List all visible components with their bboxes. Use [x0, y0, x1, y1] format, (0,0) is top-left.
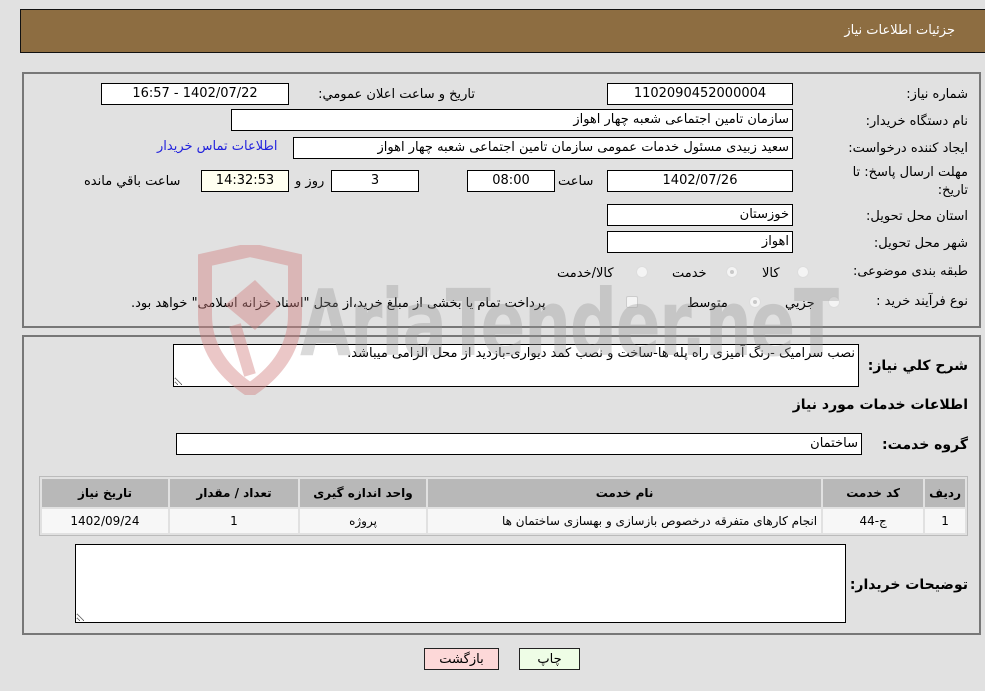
- category-radio-goods-service[interactable]: [636, 266, 648, 278]
- remaining-time-field: 14:32:53: [201, 170, 289, 192]
- deadline-time-field: 08:00: [467, 170, 555, 192]
- services-section-title: اطلاعات خدمات مورد نياز: [792, 397, 968, 413]
- category-option-goods-service: کالا/خدمت: [557, 266, 614, 281]
- creator-field: سعید زبیدی مسئول خدمات عمومی سازمان تامی…: [293, 137, 793, 159]
- table-row: 1 ج-44 انجام کارهای متفرقه درخصوص بازساز…: [42, 509, 965, 533]
- buyer-contact-link[interactable]: اطلاعات تماس خریدار: [157, 139, 277, 154]
- purchase-type-option-medium: متوسط: [687, 296, 728, 311]
- service-group-label: گروه خدمت:: [882, 437, 968, 453]
- category-radio-service[interactable]: [726, 266, 738, 278]
- cell-service-name: انجام کارهای متفرقه درخصوص بازسازی و بهس…: [428, 509, 822, 533]
- description-textarea[interactable]: [173, 344, 859, 387]
- buyer-notes-label: توضیحات خریدار:: [849, 577, 968, 593]
- category-radio-goods[interactable]: [797, 266, 809, 278]
- province-field: خوزستان: [607, 204, 793, 226]
- col-header-need-date: تاریخ نیاز: [42, 479, 168, 507]
- deadline-label: مهلت ارسال پاسخ: تا تاریخ:: [852, 165, 968, 198]
- days-remaining-field: 3: [331, 170, 419, 192]
- page-title: جزئیات اطلاعات نیاز: [844, 23, 955, 38]
- days-label: روز و: [295, 174, 325, 189]
- page-header: جزئیات اطلاعات نیاز: [20, 9, 985, 53]
- cell-need-date: 1402/09/24: [42, 509, 168, 533]
- deadline-time-label: ساعت: [558, 174, 594, 189]
- buyer-org-field: سازمان تامین اجتماعی شعبه چهار اهواز: [231, 109, 793, 131]
- announce-datetime-label: تاریخ و ساعت اعلان عمومي:: [318, 87, 475, 102]
- deadline-date-field: 1402/07/26: [607, 170, 793, 192]
- col-header-code: کد خدمت: [823, 479, 924, 507]
- cell-unit: پروژه: [300, 509, 426, 533]
- treasury-note: پرداخت تمام یا بخشی از مبلغ خرید،از محل …: [131, 296, 546, 311]
- province-label: استان محل تحویل:: [866, 209, 968, 224]
- services-table: رديف کد خدمت نام خدمت واحد اندازه گیری ت…: [39, 476, 968, 536]
- col-header-row: رديف: [925, 479, 965, 507]
- city-field: اهواز: [607, 231, 793, 253]
- remaining-time-label: ساعت باقي مانده: [84, 174, 181, 189]
- category-label: طبقه بندی موضوعی:: [852, 264, 968, 279]
- need-number-field: 1102090452000004: [607, 83, 793, 105]
- treasury-checkbox[interactable]: [626, 296, 638, 308]
- need-number-label: شماره نیاز:: [906, 87, 968, 102]
- city-label: شهر محل تحویل:: [873, 236, 968, 251]
- category-option-service: خدمت: [672, 266, 707, 281]
- announce-datetime-field: 1402/07/22 - 16:57: [101, 83, 289, 105]
- category-option-goods: کالا: [762, 266, 780, 281]
- creator-label: ایجاد کننده درخواست:: [848, 141, 968, 156]
- cell-quantity: 1: [170, 509, 298, 533]
- buyer-notes-textarea[interactable]: [75, 544, 846, 623]
- service-group-field: ساختمان: [176, 433, 862, 455]
- col-header-unit: واحد اندازه گیری: [300, 479, 426, 507]
- buyer-org-label: نام دستگاه خریدار:: [865, 114, 968, 129]
- purchase-type-radio-minor[interactable]: [828, 296, 840, 308]
- cell-service-code: ج-44: [823, 509, 924, 533]
- services-table-header: رديف کد خدمت نام خدمت واحد اندازه گیری ت…: [42, 479, 965, 507]
- purchase-type-radio-medium[interactable]: [749, 296, 761, 308]
- print-button[interactable]: چاپ: [519, 648, 580, 670]
- description-label: شرح کلي نياز:: [867, 358, 968, 374]
- purchase-type-option-minor: جزيي: [785, 296, 815, 311]
- col-header-quantity: تعداد / مقدار: [170, 479, 298, 507]
- back-button[interactable]: بازگشت: [424, 648, 499, 670]
- purchase-type-label: نوع فرآیند خرید :: [876, 294, 968, 309]
- cell-row-number: 1: [925, 509, 965, 533]
- col-header-name: نام خدمت: [428, 479, 822, 507]
